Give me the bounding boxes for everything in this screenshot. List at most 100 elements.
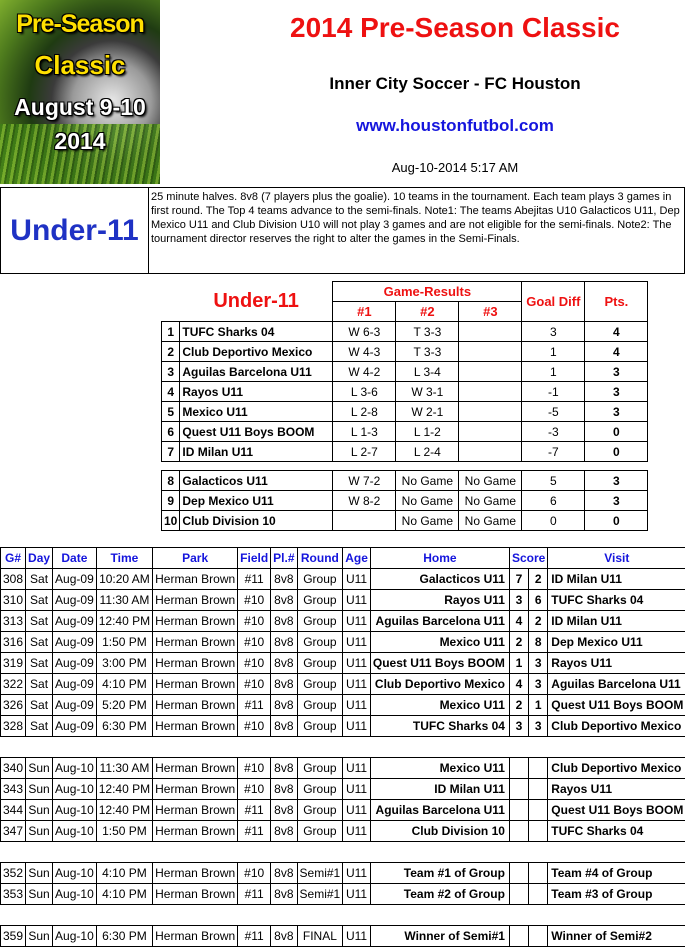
game-time: 12:40 PM bbox=[96, 779, 152, 800]
team-rank: 10 bbox=[162, 511, 180, 531]
col-field: Field bbox=[238, 548, 271, 569]
col-day: Day bbox=[26, 548, 53, 569]
game-number: 326 bbox=[1, 695, 26, 716]
age-group: U11 bbox=[343, 632, 371, 653]
goal-diff: -1 bbox=[522, 382, 585, 402]
visit-score: 3 bbox=[529, 716, 548, 737]
visit-score bbox=[529, 926, 548, 947]
game-time: 5:20 PM bbox=[96, 695, 152, 716]
standings-row: 3Aguilas Barcelona U11W 4-2L 3-413 bbox=[162, 362, 648, 382]
home-score: 7 bbox=[509, 569, 528, 590]
home-score: 4 bbox=[509, 674, 528, 695]
game-3-result bbox=[459, 362, 522, 382]
home-team: Rayos U11 bbox=[370, 590, 509, 611]
players-format: 8v8 bbox=[271, 590, 297, 611]
age-group: U11 bbox=[343, 695, 371, 716]
game-date: Aug-10 bbox=[53, 800, 97, 821]
game-number: 343 bbox=[1, 779, 26, 800]
game-2-result: No Game bbox=[396, 511, 459, 531]
game-time: 1:50 PM bbox=[96, 821, 152, 842]
game-day: Sun bbox=[26, 758, 53, 779]
standings-row: 1TUFC Sharks 04W 6-3T 3-334 bbox=[162, 322, 648, 342]
players-format: 8v8 bbox=[271, 653, 297, 674]
game-number: 344 bbox=[1, 800, 26, 821]
visit-team: ID Milan U11 bbox=[548, 569, 685, 590]
standings-row: 9Dep Mexico U11W 8-2No GameNo Game63 bbox=[162, 491, 648, 511]
home-score bbox=[509, 779, 528, 800]
game-date: Aug-09 bbox=[53, 695, 97, 716]
website-link[interactable]: www.houstonfutbol.com bbox=[225, 116, 685, 136]
park-name: Herman Brown bbox=[153, 632, 238, 653]
col-score: Score bbox=[509, 548, 547, 569]
game-number: 310 bbox=[1, 590, 26, 611]
game-day: Sat bbox=[26, 674, 53, 695]
team-name: ID Milan U11 bbox=[180, 442, 333, 462]
team-rank: 9 bbox=[162, 491, 180, 511]
game-date: Aug-09 bbox=[53, 716, 97, 737]
game-1-result bbox=[333, 511, 396, 531]
game-time: 11:30 AM bbox=[96, 590, 152, 611]
game-day: Sun bbox=[26, 800, 53, 821]
team-name: TUFC Sharks 04 bbox=[180, 322, 333, 342]
visit-team: Club Deportivo Mexico bbox=[548, 758, 685, 779]
home-score bbox=[509, 821, 528, 842]
team-name: Rayos U11 bbox=[180, 382, 333, 402]
schedule-row: 340SunAug-1011:30 AMHerman Brown#108v8Gr… bbox=[1, 758, 685, 779]
game-round: Group bbox=[297, 779, 343, 800]
schedule-row: 322SatAug-094:10 PMHerman Brown#108v8Gro… bbox=[1, 674, 685, 695]
field-number: #10 bbox=[238, 716, 271, 737]
game-3-result bbox=[459, 422, 522, 442]
col-park: Park bbox=[153, 548, 238, 569]
visit-score: 2 bbox=[529, 611, 548, 632]
age-group: U11 bbox=[343, 926, 371, 947]
game-date: Aug-10 bbox=[53, 884, 97, 905]
players-format: 8v8 bbox=[271, 569, 297, 590]
page: Pre-Season Classic August 9-10 2014 2014… bbox=[0, 0, 685, 946]
standings-title: Under-11 bbox=[180, 282, 333, 322]
team-rank: 4 bbox=[162, 382, 180, 402]
field-number: #11 bbox=[238, 800, 271, 821]
home-score: 3 bbox=[509, 590, 528, 611]
visit-team: Team #4 of Group bbox=[548, 863, 685, 884]
team-rank: 2 bbox=[162, 342, 180, 362]
home-team: Galacticos U11 bbox=[370, 569, 509, 590]
game-3-result bbox=[459, 442, 522, 462]
team-name: Mexico U11 bbox=[180, 402, 333, 422]
col-players: Pl.# bbox=[271, 548, 297, 569]
game-round: Group bbox=[297, 800, 343, 821]
logo-line-1: Pre-Season bbox=[0, 10, 160, 39]
game-day: Sun bbox=[26, 884, 53, 905]
game-3-result: No Game bbox=[459, 511, 522, 531]
goal-diff: 0 bbox=[522, 511, 585, 531]
visit-team: Rayos U11 bbox=[548, 653, 685, 674]
age-group: U11 bbox=[343, 863, 371, 884]
field-number: #11 bbox=[238, 821, 271, 842]
game-round: Group bbox=[297, 695, 343, 716]
game-1-result: W 4-3 bbox=[333, 342, 396, 362]
team-rank: 7 bbox=[162, 442, 180, 462]
game-number: 352 bbox=[1, 863, 26, 884]
points: 0 bbox=[585, 442, 648, 462]
game-time: 11:30 AM bbox=[96, 758, 152, 779]
age-group: U11 bbox=[343, 569, 371, 590]
players-format: 8v8 bbox=[271, 632, 297, 653]
game-time: 6:30 PM bbox=[96, 716, 152, 737]
game-time: 10:20 AM bbox=[96, 569, 152, 590]
game-round: Group bbox=[297, 569, 343, 590]
visit-team: ID Milan U11 bbox=[548, 611, 685, 632]
schedule-row: 359SunAug-106:30 PMHerman Brown#118v8FIN… bbox=[1, 926, 685, 947]
visit-score bbox=[529, 863, 548, 884]
players-format: 8v8 bbox=[271, 779, 297, 800]
schedule-separator bbox=[1, 842, 685, 863]
age-group: U11 bbox=[343, 779, 371, 800]
players-format: 8v8 bbox=[271, 611, 297, 632]
game-date: Aug-10 bbox=[53, 863, 97, 884]
team-name: Club Deportivo Mexico bbox=[180, 342, 333, 362]
game-day: Sun bbox=[26, 863, 53, 884]
field-number: #11 bbox=[238, 884, 271, 905]
visit-team: Club Deportivo Mexico bbox=[548, 716, 685, 737]
field-number: #10 bbox=[238, 590, 271, 611]
park-name: Herman Brown bbox=[153, 800, 238, 821]
game-time: 3:00 PM bbox=[96, 653, 152, 674]
schedule-row: 347SunAug-101:50 PMHerman Brown#118v8Gro… bbox=[1, 821, 685, 842]
